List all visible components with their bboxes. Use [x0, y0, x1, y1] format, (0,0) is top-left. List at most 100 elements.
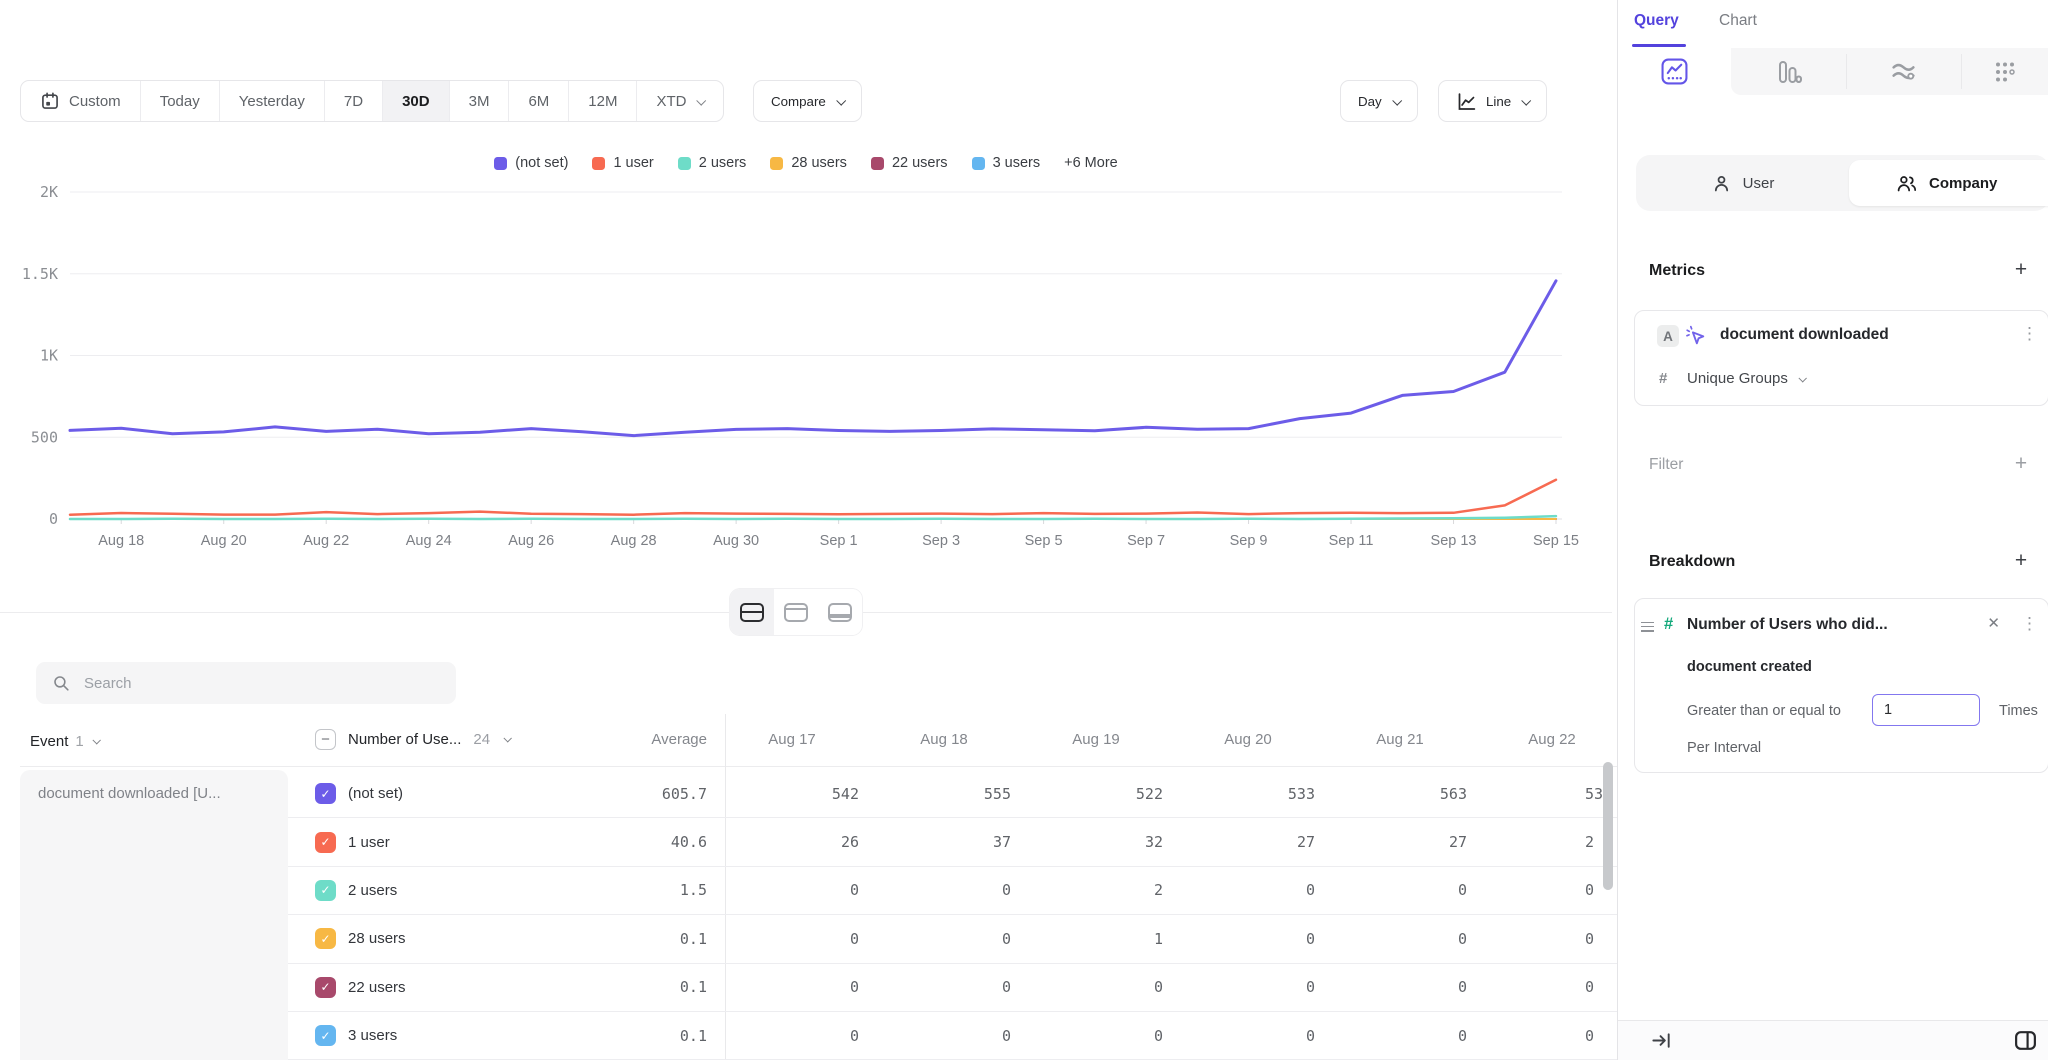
event-column-header[interactable]: Event 1 [30, 730, 99, 752]
series-label[interactable]: 1 user [348, 834, 390, 851]
scatter-icon [1992, 59, 2018, 85]
cell-value: 0 [1485, 978, 1617, 996]
series-label[interactable]: (not set) [348, 785, 403, 802]
range-12m[interactable]: 12M [568, 81, 636, 121]
breakdown-per-interval-label[interactable]: Per Interval [1687, 740, 1761, 756]
select-all-checkbox[interactable]: − [315, 729, 336, 750]
bottom-panel-icon [828, 603, 852, 622]
add-metric-button[interactable]: + [2010, 260, 2032, 280]
chart-type-bar-button[interactable] [1731, 48, 1846, 95]
series-checkbox[interactable]: ✓ [315, 928, 336, 949]
scope-company-option[interactable]: Company [1849, 160, 2048, 206]
aggregation-dropdown[interactable]: Unique Groups [1687, 370, 1805, 387]
breakdown-unit-label: Times [1999, 703, 2038, 719]
legend-item[interactable]: 22 users [871, 155, 948, 171]
svg-text:Aug 26: Aug 26 [508, 533, 554, 549]
chart-type-flow-button[interactable] [1846, 48, 1961, 95]
chevron-down-icon [1798, 374, 1806, 382]
search-icon [52, 674, 71, 693]
layout-table-only-button[interactable] [818, 589, 862, 635]
range-6m[interactable]: 6M [508, 81, 568, 121]
series-label[interactable]: 2 users [348, 882, 397, 899]
range-3m[interactable]: 3M [449, 81, 509, 121]
series-checkbox[interactable]: ✓ [315, 783, 336, 804]
svg-text:Aug 30: Aug 30 [713, 533, 759, 549]
query-panel: Query Chart [1617, 0, 2048, 1060]
group-count: 24 [473, 731, 490, 748]
series-label[interactable]: 22 users [348, 979, 406, 996]
svg-text:2K: 2K [40, 183, 58, 201]
series-label[interactable]: 28 users [348, 930, 406, 947]
cell-value: 0 [1181, 930, 1333, 948]
legend-item[interactable]: (not set) [494, 155, 568, 171]
collapse-panel-button[interactable] [1650, 1029, 1673, 1052]
compare-button[interactable]: Compare [753, 80, 862, 122]
range-yesterday[interactable]: Yesterday [219, 81, 324, 121]
cell-value: 2 [1485, 833, 1617, 851]
chart-type-scatter-button[interactable] [1961, 48, 2048, 95]
chart-type-line-button[interactable] [1618, 48, 1731, 95]
add-filter-button[interactable]: + [2010, 454, 2032, 474]
scope-user-option[interactable]: User [1636, 155, 1849, 211]
tab-chart[interactable]: Chart [1719, 12, 1757, 30]
cell-value: 26 [725, 833, 877, 851]
average-value: 0.1 [560, 1027, 725, 1045]
breakdown-menu-button[interactable]: ⋮ [2021, 614, 2038, 634]
cell-value: 0 [1181, 881, 1333, 899]
series-checkbox[interactable]: ✓ [315, 832, 336, 853]
series-swatch [871, 157, 884, 170]
svg-text:Sep 3: Sep 3 [922, 533, 960, 549]
legend-item[interactable]: 1 user [592, 155, 653, 171]
svg-text:1.5K: 1.5K [22, 265, 58, 283]
tab-query[interactable]: Query [1634, 12, 1679, 30]
add-breakdown-button[interactable]: + [2010, 551, 2032, 571]
group-column-header[interactable]: Number of Use... [348, 731, 461, 748]
average-value: 0.1 [560, 930, 725, 948]
range-30d[interactable]: 30D [382, 81, 449, 121]
legend-item[interactable]: 3 users [972, 155, 1041, 171]
series-checkbox[interactable]: ✓ [315, 1025, 336, 1046]
breakdown-event-name[interactable]: document created [1687, 659, 1812, 675]
svg-text:Sep 7: Sep 7 [1127, 533, 1165, 549]
breakdown-condition-label[interactable]: Greater than or equal to [1687, 703, 1841, 719]
side-panel-toggle-button[interactable] [2013, 1028, 2038, 1053]
cell-value: 0 [1333, 881, 1485, 899]
drag-handle-icon[interactable] [1641, 619, 1654, 634]
breakdown-heading: Breakdown [1649, 553, 1735, 571]
search-input[interactable]: Search [36, 662, 456, 704]
user-icon [1711, 173, 1732, 194]
cell-value: 0 [1181, 1027, 1333, 1045]
range-xtd[interactable]: XTD [636, 81, 723, 121]
cell-value: 533 [1181, 785, 1333, 803]
event-row-label[interactable]: document downloaded [U... [20, 770, 288, 1060]
close-icon[interactable]: ✕ [1987, 614, 2000, 632]
metric-name[interactable]: document downloaded [1720, 326, 1889, 344]
range-custom[interactable]: Custom [21, 81, 140, 121]
series-checkbox[interactable]: ✓ [315, 977, 336, 998]
average-column-header[interactable]: Average [560, 731, 725, 748]
cell-value: 0 [725, 1027, 877, 1045]
interval-dropdown[interactable]: Day [1340, 80, 1418, 122]
table-row: ✓ (not set) 605.7 542 555 522 533 563 53 [288, 770, 1617, 818]
event-cursor-icon [1683, 323, 1708, 348]
svg-text:0: 0 [49, 510, 58, 528]
breakdown-value-input[interactable] [1872, 694, 1980, 726]
layout-chart-only-button[interactable] [774, 589, 818, 635]
cell-value: 0 [725, 978, 877, 996]
cell-value: 32 [1029, 833, 1181, 851]
search-placeholder: Search [84, 675, 132, 692]
range-today[interactable]: Today [140, 81, 219, 121]
cell-value: 0 [877, 978, 1029, 996]
layout-split-button[interactable] [730, 589, 774, 635]
range-7d[interactable]: 7D [324, 81, 382, 121]
legend-item[interactable]: 2 users [678, 155, 747, 171]
legend-more-link[interactable]: +6 More [1064, 155, 1118, 171]
legend-item[interactable]: 28 users [770, 155, 847, 171]
metric-menu-button[interactable]: ⋮ [2021, 324, 2038, 344]
chart-type-dropdown[interactable]: Line [1438, 80, 1547, 122]
range-custom-label: Custom [69, 93, 121, 110]
series-checkbox[interactable]: ✓ [315, 880, 336, 901]
series-label[interactable]: 3 users [348, 1027, 397, 1044]
breakdown-title[interactable]: Number of Users who did... [1687, 616, 1888, 634]
vertical-scrollbar[interactable] [1603, 762, 1613, 890]
